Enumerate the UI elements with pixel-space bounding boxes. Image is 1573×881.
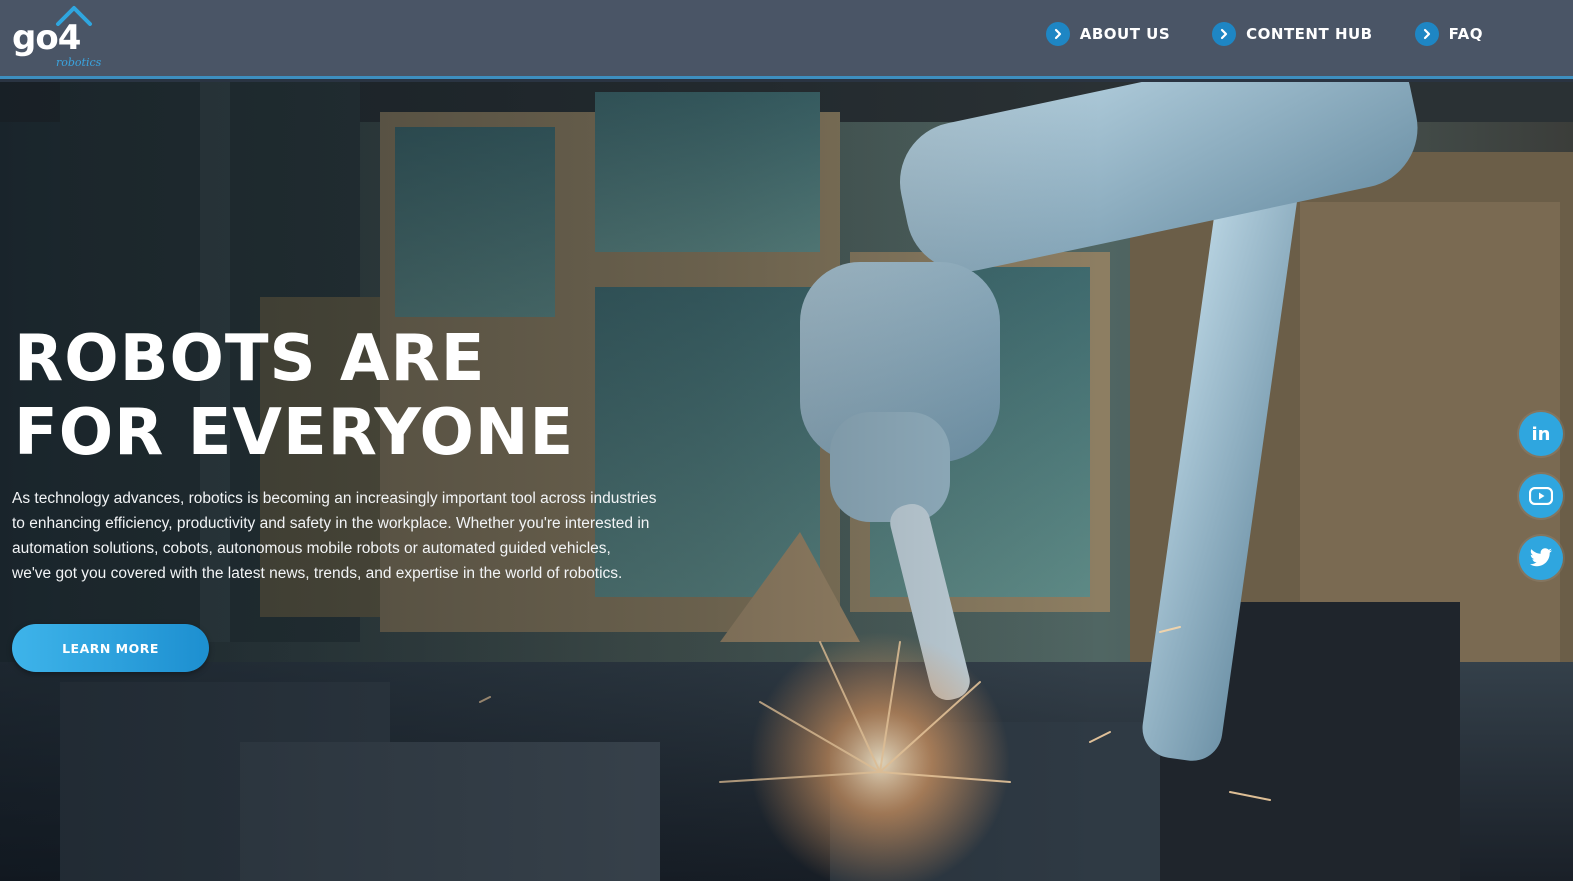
hero-description-line: to enhancing efficiency, productivity an… (12, 515, 650, 532)
hero-description-line: we've got you covered with the latest ne… (12, 565, 623, 582)
hero-description-line: As technology advances, robotics is beco… (12, 490, 657, 507)
hero-title: ROBOTS ARE FOR EVERYONE (14, 322, 714, 470)
logo-text: go4 (12, 18, 81, 58)
main-nav: ABOUT US CONTENT HUB FAQ (1045, 22, 1483, 46)
hero-section: ROBOTS ARE FOR EVERYONE As technology ad… (0, 82, 1573, 881)
nav-item-about-us[interactable]: ABOUT US (1045, 22, 1171, 46)
site-header: go4 robotics ABOUT US CONTENT HUB FAQ (0, 0, 1573, 79)
nav-label: CONTENT HUB (1246, 25, 1373, 43)
logo-subtext: robotics (56, 56, 102, 69)
twitter-link[interactable] (1519, 536, 1563, 580)
hero-description: As technology advances, robotics is beco… (12, 486, 712, 586)
logo[interactable]: go4 robotics (10, 4, 110, 72)
hero-title-line: FOR EVERYONE (14, 396, 575, 470)
social-links: in (1519, 412, 1563, 580)
hero-description-line: automation solutions, cobots, autonomous… (12, 540, 611, 557)
hero-title-line: ROBOTS ARE (14, 322, 486, 396)
nav-label: FAQ (1448, 25, 1483, 43)
nav-item-content-hub[interactable]: CONTENT HUB (1212, 22, 1372, 46)
linkedin-link[interactable]: in (1519, 412, 1563, 456)
learn-more-button[interactable]: LEARN MORE (12, 624, 209, 672)
nav-item-faq[interactable]: FAQ (1414, 22, 1483, 46)
linkedin-glyph: in (1531, 423, 1551, 445)
twitter-icon (1530, 548, 1552, 567)
hero-overlay (0, 82, 1573, 881)
chevron-right-icon (1212, 22, 1237, 46)
youtube-icon (1529, 487, 1553, 505)
nav-label: ABOUT US (1079, 25, 1171, 43)
chevron-right-icon (1414, 22, 1439, 46)
linkedin-icon: in (1532, 424, 1551, 445)
youtube-link[interactable] (1519, 474, 1563, 518)
chevron-right-icon (1045, 22, 1070, 46)
